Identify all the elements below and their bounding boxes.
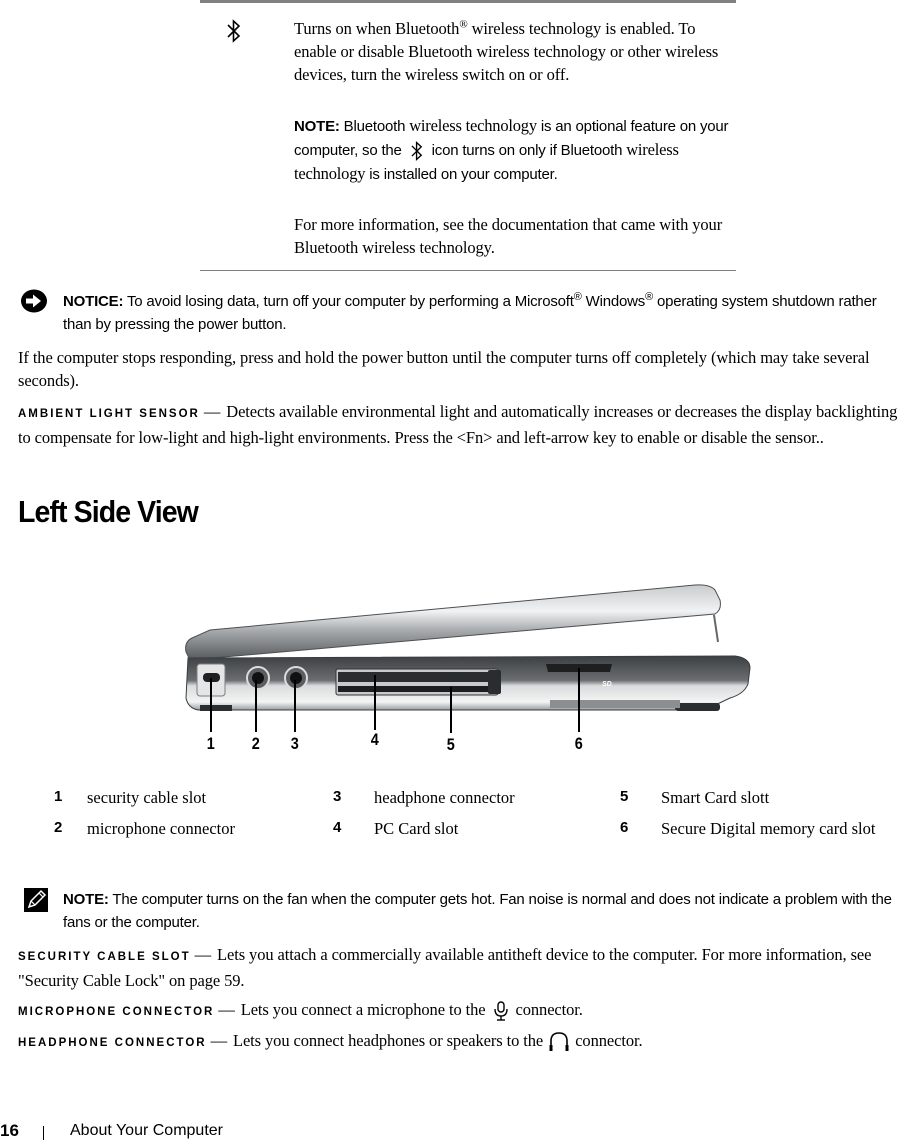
callout-2: 2 bbox=[251, 734, 260, 753]
headphone-connector-description: HEADPHONE CONNECTOR — Lets you connect hea… bbox=[18, 1029, 912, 1055]
bluetooth-note: NOTE: Bluetooth wireless technology is a… bbox=[294, 116, 729, 184]
legend-label: Smart Card slott bbox=[661, 788, 770, 807]
callout-4: 4 bbox=[370, 730, 379, 749]
callout-3: 3 bbox=[290, 734, 299, 753]
note-pencil-icon bbox=[24, 888, 48, 912]
microphone-connector-description: MICROPHONE CONNECTOR — Lets you connect a … bbox=[18, 998, 912, 1024]
legend-label: Secure Digital memory card slot bbox=[661, 819, 876, 838]
microphone-icon bbox=[493, 1001, 508, 1021]
microphone-jack bbox=[246, 666, 270, 690]
laptop-lid bbox=[185, 584, 721, 661]
pc-card-slot bbox=[335, 668, 501, 696]
note-text: NOTE: The computer turns on the fan when… bbox=[63, 891, 892, 931]
page-number: 16 bbox=[0, 1121, 19, 1140]
bluetooth-icon bbox=[227, 19, 241, 43]
legend-num: 5 bbox=[620, 788, 629, 805]
security-cable-slot-description: SECURITY CABLE SLOT — Lets you attach a co… bbox=[18, 945, 872, 990]
headphone-icon bbox=[549, 1032, 569, 1052]
bluetooth-inline-icon bbox=[411, 141, 422, 162]
legend-num: 6 bbox=[620, 819, 629, 836]
legend-label: security cable slot bbox=[87, 788, 207, 807]
notice-text: NOTICE: To avoid losing data, turn off y… bbox=[63, 291, 877, 334]
section-title: Left Side View bbox=[18, 494, 199, 529]
sd-logo: SD bbox=[602, 681, 612, 688]
table-top-rule bbox=[200, 0, 736, 3]
bluetooth-description: Turns on when Bluetooth® wireless techno… bbox=[294, 18, 719, 84]
legend-num: 3 bbox=[333, 788, 342, 805]
legend-num: 2 bbox=[54, 819, 63, 836]
left-side-view-figure: SD 1 2 3 4 5 6 bbox=[170, 560, 760, 765]
note-label: NOTE: bbox=[63, 891, 109, 908]
security-cable-slot-label: SECURITY CABLE SLOT bbox=[18, 951, 191, 963]
headphone-connector-label: HEADPHONE CONNECTOR bbox=[18, 1037, 207, 1049]
bluetooth-more-info: For more information, see the documentat… bbox=[294, 215, 723, 257]
note-label: NOTE: bbox=[294, 118, 340, 135]
footer-separator bbox=[43, 1126, 44, 1140]
chapter-title: About Your Computer bbox=[70, 1122, 223, 1139]
legend-num: 1 bbox=[54, 788, 63, 805]
table-bottom-rule bbox=[200, 270, 736, 271]
ambient-light-sensor-label: AMBIENT LIGHT SENSOR bbox=[18, 408, 200, 420]
callout-6: 6 bbox=[574, 734, 583, 753]
power-paragraph: If the computer stops responding, press … bbox=[18, 348, 870, 390]
callout-1: 1 bbox=[206, 734, 215, 753]
callout-5: 5 bbox=[446, 735, 455, 754]
ambient-light-sensor-paragraph: AMBIENT LIGHT SENSOR — Detects available e… bbox=[18, 402, 898, 447]
legend-label: headphone connector bbox=[374, 788, 515, 807]
legend-num: 4 bbox=[333, 819, 342, 836]
legend-label: microphone connector bbox=[87, 819, 235, 838]
legend-label: PC Card slot bbox=[374, 819, 459, 838]
notice-label: NOTICE: bbox=[63, 293, 124, 310]
microphone-connector-label: MICROPHONE CONNECTOR bbox=[18, 1006, 215, 1018]
notice-arrow-icon bbox=[21, 289, 47, 313]
